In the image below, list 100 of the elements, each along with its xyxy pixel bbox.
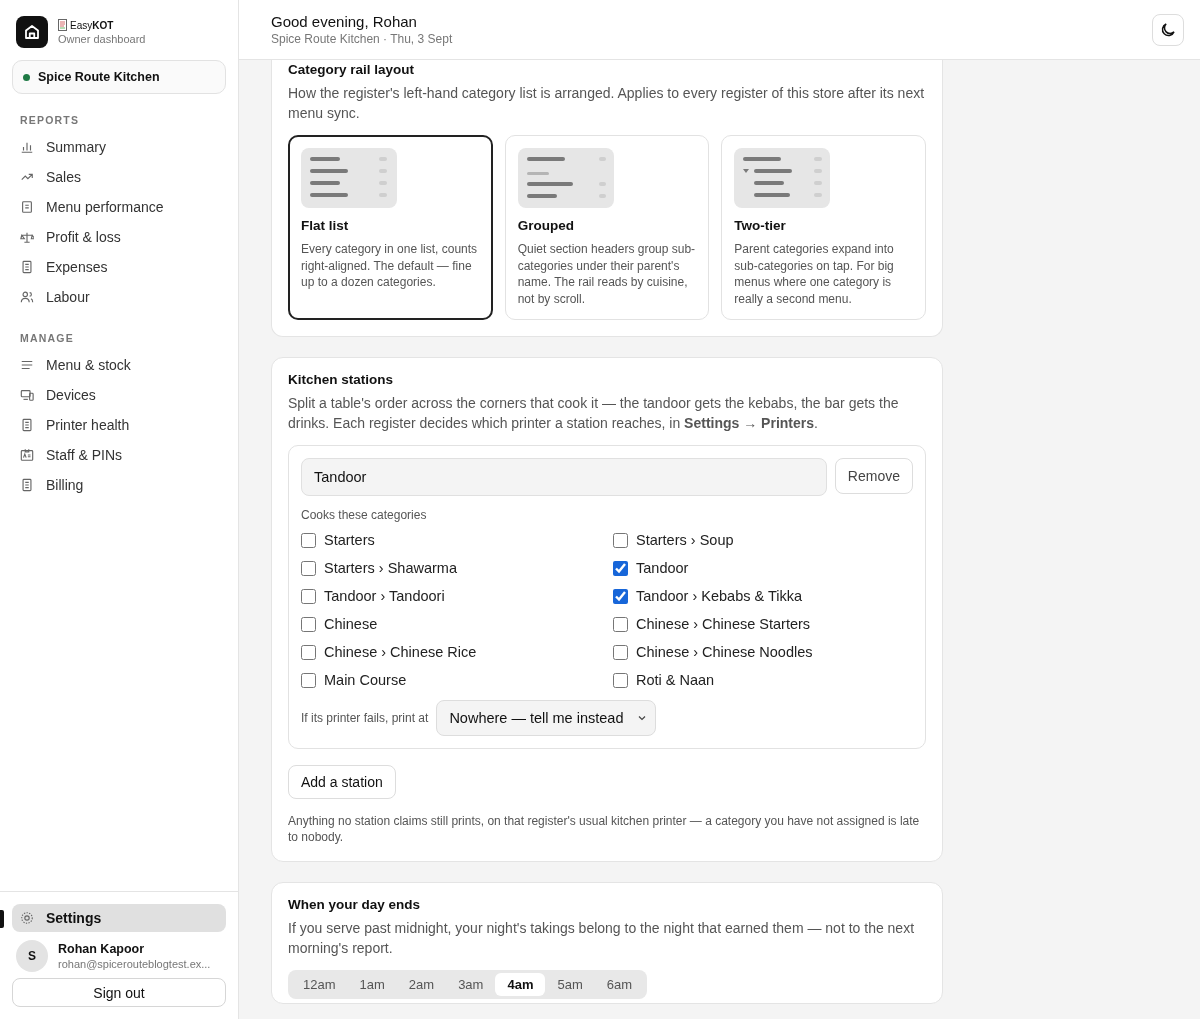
category-label: Chinese › Chinese Rice bbox=[324, 644, 477, 660]
nav-item[interactable]: Billing bbox=[12, 470, 226, 500]
bar-chart-icon bbox=[20, 140, 34, 154]
header-subtitle: Spice Route Kitchen · Thu, 3 Sept bbox=[271, 32, 453, 46]
devices-icon bbox=[20, 388, 34, 402]
hour-tab[interactable]: 5am bbox=[545, 973, 595, 996]
nav-item[interactable]: Summary bbox=[12, 132, 226, 162]
category-label: Roti & Naan bbox=[636, 672, 715, 688]
checkbox[interactable] bbox=[613, 616, 628, 632]
hour-tab[interactable]: 4am bbox=[495, 973, 546, 996]
nav-item[interactable]: Staff & PINs bbox=[12, 440, 226, 470]
checkbox[interactable] bbox=[613, 672, 628, 688]
card-description: How the register's left-hand category list is arranged. Applies to every register of this store after its next menu sync. bbox=[288, 84, 926, 123]
checkbox[interactable] bbox=[613, 644, 628, 660]
category-checkbox[interactable]: Starters › Soup bbox=[613, 526, 913, 554]
nav-item[interactable]: Profit & loss bbox=[12, 222, 226, 252]
checkbox[interactable] bbox=[301, 560, 316, 576]
category-checkbox[interactable]: Chinese › Chinese Rice bbox=[301, 638, 601, 666]
station-name-field[interactable]: Tandoor bbox=[301, 458, 827, 496]
hour-tab[interactable]: 6am bbox=[594, 973, 645, 996]
fallback-label: If its printer fails, print at bbox=[301, 711, 429, 725]
hour-tab[interactable]: 2am bbox=[396, 973, 447, 996]
category-checkbox[interactable]: Roti & Naan bbox=[613, 666, 913, 694]
checkbox[interactable] bbox=[301, 672, 316, 688]
nav-item[interactable]: Devices bbox=[12, 380, 226, 410]
user-name: Rohan Kapoor bbox=[58, 942, 146, 956]
option-description: Parent categories expand into sub-categories on tap. For big menus where one category is really a second menu. bbox=[734, 241, 895, 307]
footnote: Anything no station claims still prints, on that register's usual kitchen printer — a category you have not assigned is late to nobody. bbox=[288, 813, 921, 845]
card-title: When your day ends bbox=[288, 897, 422, 912]
checkbox[interactable] bbox=[613, 588, 628, 604]
remove-button[interactable]: Remove bbox=[834, 458, 913, 494]
receipt-icon bbox=[20, 478, 34, 492]
category-checkbox[interactable]: Tandoor bbox=[613, 554, 913, 582]
card-description: If you serve past midnight, your night's takings belong to the night that earned them — not to the next morning's report. bbox=[288, 919, 916, 958]
checkbox[interactable] bbox=[301, 532, 316, 548]
categories-label: Cooks these categories bbox=[301, 508, 428, 522]
layout-option[interactable]: Two-tier Parent categories expand into sub-categories on tap. For big menus where one category is really a second menu. bbox=[721, 135, 926, 320]
category-label: Tandoor bbox=[636, 560, 689, 576]
category-checkbox[interactable]: Chinese › Chinese Starters bbox=[613, 610, 913, 638]
active-marker bbox=[0, 910, 4, 928]
brand-name: EasyKOT bbox=[70, 19, 114, 31]
dark-mode-toggle[interactable] bbox=[1152, 13, 1184, 46]
store-selector[interactable]: Spice Route Kitchen bbox=[12, 60, 226, 94]
nav-item[interactable]: Expenses bbox=[12, 252, 226, 282]
section-heading: MANAGE bbox=[20, 332, 75, 344]
category-label: Starters bbox=[324, 532, 375, 548]
category-checkbox[interactable]: Main Course bbox=[301, 666, 601, 694]
flat-list-preview-icon bbox=[301, 148, 397, 208]
id-badge-icon bbox=[20, 448, 34, 462]
checkbox[interactable] bbox=[613, 560, 628, 576]
tiered-list-preview-icon bbox=[734, 148, 831, 208]
category-label: Starters › Soup bbox=[636, 532, 734, 548]
nav-item[interactable]: Labour bbox=[12, 282, 226, 312]
section-heading: REPORTS bbox=[20, 114, 81, 126]
card-title: Kitchen stations bbox=[288, 372, 394, 387]
nav-item[interactable]: Menu & stock bbox=[12, 350, 226, 380]
option-title: Grouped bbox=[517, 218, 575, 233]
option-title: Flat list bbox=[301, 218, 350, 233]
nav-item[interactable]: Sales bbox=[12, 162, 226, 192]
category-label: Tandoor › Kebabs & Tikka bbox=[636, 588, 803, 604]
checkbox[interactable] bbox=[613, 532, 628, 548]
hour-tab[interactable]: 12am bbox=[291, 973, 348, 996]
layout-option[interactable]: Grouped Quiet section headers group sub-categories under their parent's name. The rail reads by cuisine, not by scroll. bbox=[504, 135, 710, 320]
checkbox[interactable] bbox=[301, 616, 316, 632]
nav-item[interactable]: Printer health bbox=[12, 410, 226, 440]
category-label: Chinese bbox=[324, 616, 378, 632]
grouped-list-preview-icon bbox=[517, 148, 614, 208]
category-label: Chinese › Chinese Noodles bbox=[636, 644, 813, 660]
checkbox[interactable] bbox=[301, 644, 316, 660]
category-checkbox[interactable]: Starters bbox=[301, 526, 601, 554]
chevron-down-icon bbox=[637, 713, 648, 723]
category-checkbox[interactable]: Tandoor › Tandoori bbox=[301, 582, 601, 610]
checkbox[interactable] bbox=[301, 588, 316, 604]
receipt-icon bbox=[20, 260, 34, 274]
fallback-select[interactable]: Nowhere — tell me instead bbox=[436, 700, 657, 736]
user-email: rohan@spicerouteblogtest.ex... bbox=[58, 958, 211, 970]
layout-option[interactable]: Flat list Every category in one list, counts right-aligned. The default — fine up to a dozen categories. bbox=[288, 135, 493, 320]
add-station-button[interactable]: Add a station bbox=[288, 765, 396, 799]
brand-subtitle: Owner dashboard bbox=[58, 33, 146, 45]
receipt-icon bbox=[58, 19, 67, 31]
category-checkbox[interactable]: Chinese bbox=[301, 610, 601, 638]
category-label: Chinese › Chinese Starters bbox=[636, 616, 811, 632]
greeting: Good evening, Rohan bbox=[271, 13, 418, 30]
option-description: Every category in one list, counts right-aligned. The default — fine up to a dozen categories. bbox=[301, 241, 479, 291]
category-checkbox[interactable]: Starters › Shawarma bbox=[301, 554, 601, 582]
hour-tab[interactable]: 1am bbox=[347, 973, 397, 996]
nav-item[interactable]: Menu performance bbox=[12, 192, 226, 222]
settings-icon bbox=[20, 911, 34, 925]
sign-out-button[interactable]: Sign out bbox=[12, 978, 226, 1007]
hour-tab[interactable]: 3am bbox=[446, 973, 496, 996]
option-description: Quiet section headers group sub-categories under their parent's name. The rail reads by cuisine, not by scroll. bbox=[517, 241, 697, 307]
category-checkbox[interactable]: Chinese › Chinese Noodles bbox=[613, 638, 913, 666]
settings-nav-item[interactable]: Settings bbox=[12, 904, 226, 932]
category-checkbox[interactable]: Tandoor › Kebabs & Tikka bbox=[613, 582, 913, 610]
people-icon bbox=[20, 290, 34, 304]
category-label: Main Course bbox=[324, 672, 407, 688]
card-title: Category rail layout bbox=[288, 62, 416, 77]
option-title: Two-tier bbox=[734, 218, 787, 233]
list-icon bbox=[20, 358, 34, 372]
user-avatar: S bbox=[16, 940, 48, 972]
